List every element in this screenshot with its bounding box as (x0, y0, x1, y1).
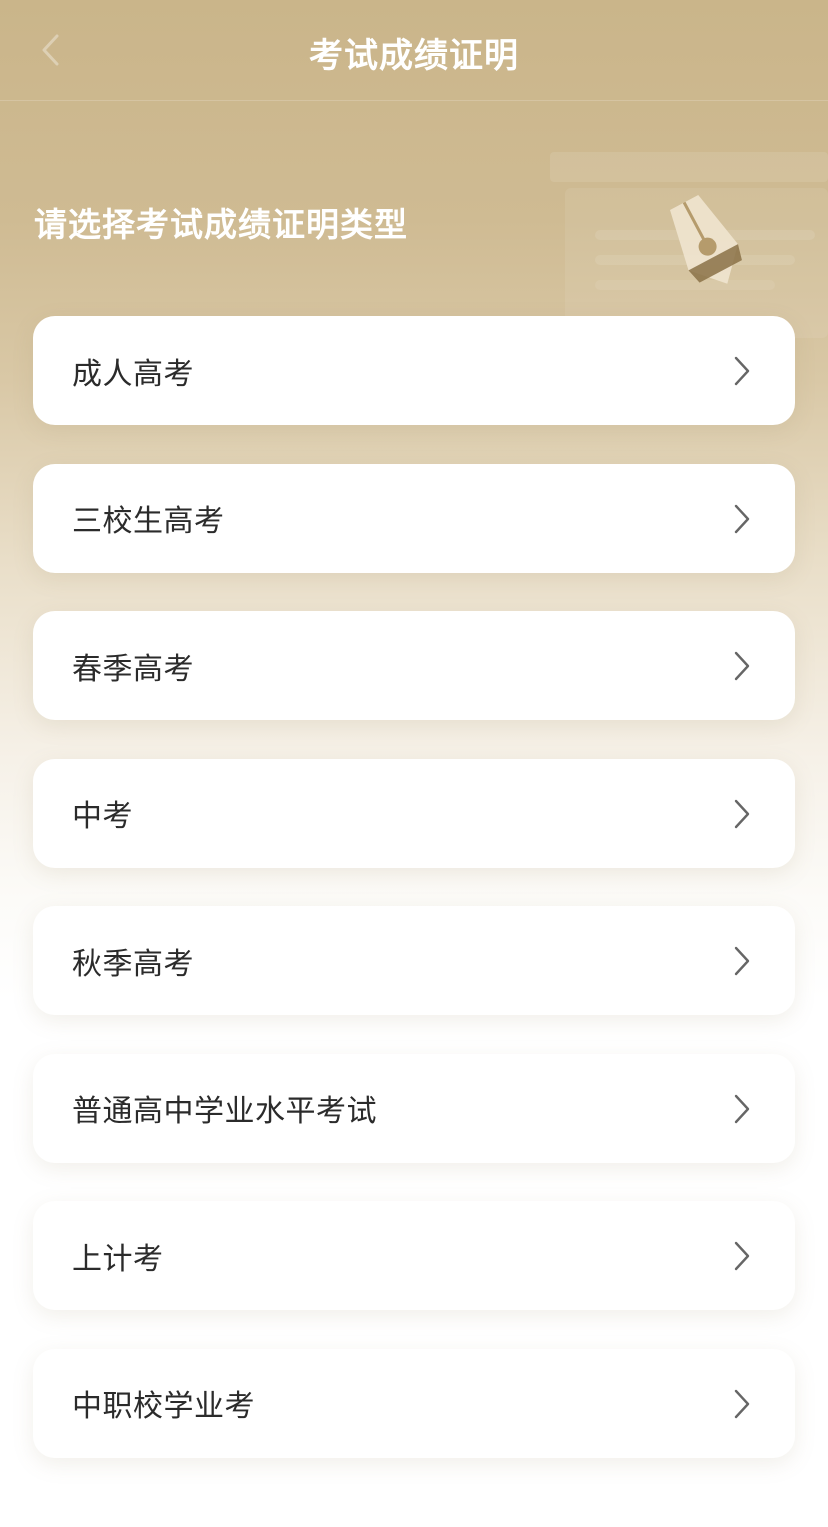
chevron-right-icon (734, 356, 750, 386)
exam-type-item[interactable]: 春季高考 (33, 611, 795, 720)
chevron-right-icon (734, 1389, 750, 1418)
exam-type-label: 成人高考 (72, 356, 194, 392)
fountain-pen-icon (550, 152, 828, 338)
chevron-right-icon (734, 1094, 750, 1123)
exam-type-item[interactable]: 三校生高考 (33, 463, 795, 573)
exam-type-label: 春季高考 (72, 651, 194, 687)
exam-type-label: 中考 (72, 799, 133, 834)
exam-type-item[interactable]: 中考 (33, 758, 795, 868)
navigation-bar: 考试成绩证明 (0, 0, 828, 101)
exam-type-label: 三校生高考 (72, 504, 225, 539)
chevron-right-icon (734, 799, 750, 828)
chevron-right-icon (734, 651, 750, 681)
exam-type-label: 秋季高考 (72, 946, 194, 982)
exam-type-item[interactable]: 中职校学业考 (33, 1348, 795, 1458)
exam-type-label: 上计考 (72, 1241, 164, 1277)
exam-type-label: 普通高中学业水平考试 (72, 1094, 377, 1129)
exam-type-label: 中职校学业考 (72, 1389, 255, 1424)
exam-type-item[interactable]: 上计考 (33, 1201, 795, 1310)
chevron-right-icon (734, 504, 750, 533)
chevron-right-icon (734, 946, 750, 976)
chevron-right-icon (734, 1241, 750, 1271)
section-subtitle: 请选择考试成绩证明类型 (34, 205, 408, 244)
exam-type-item[interactable]: 普通高中学业水平考试 (33, 1053, 795, 1163)
exam-type-list: 成人高考 三校生高考 春季高考 中考 秋季高考 普通高中学业水平考试 上计考 中… (33, 316, 795, 1496)
page-title: 考试成绩证明 (309, 36, 519, 76)
exam-type-item[interactable]: 成人高考 (33, 316, 795, 425)
exam-type-item[interactable]: 秋季高考 (33, 906, 795, 1015)
